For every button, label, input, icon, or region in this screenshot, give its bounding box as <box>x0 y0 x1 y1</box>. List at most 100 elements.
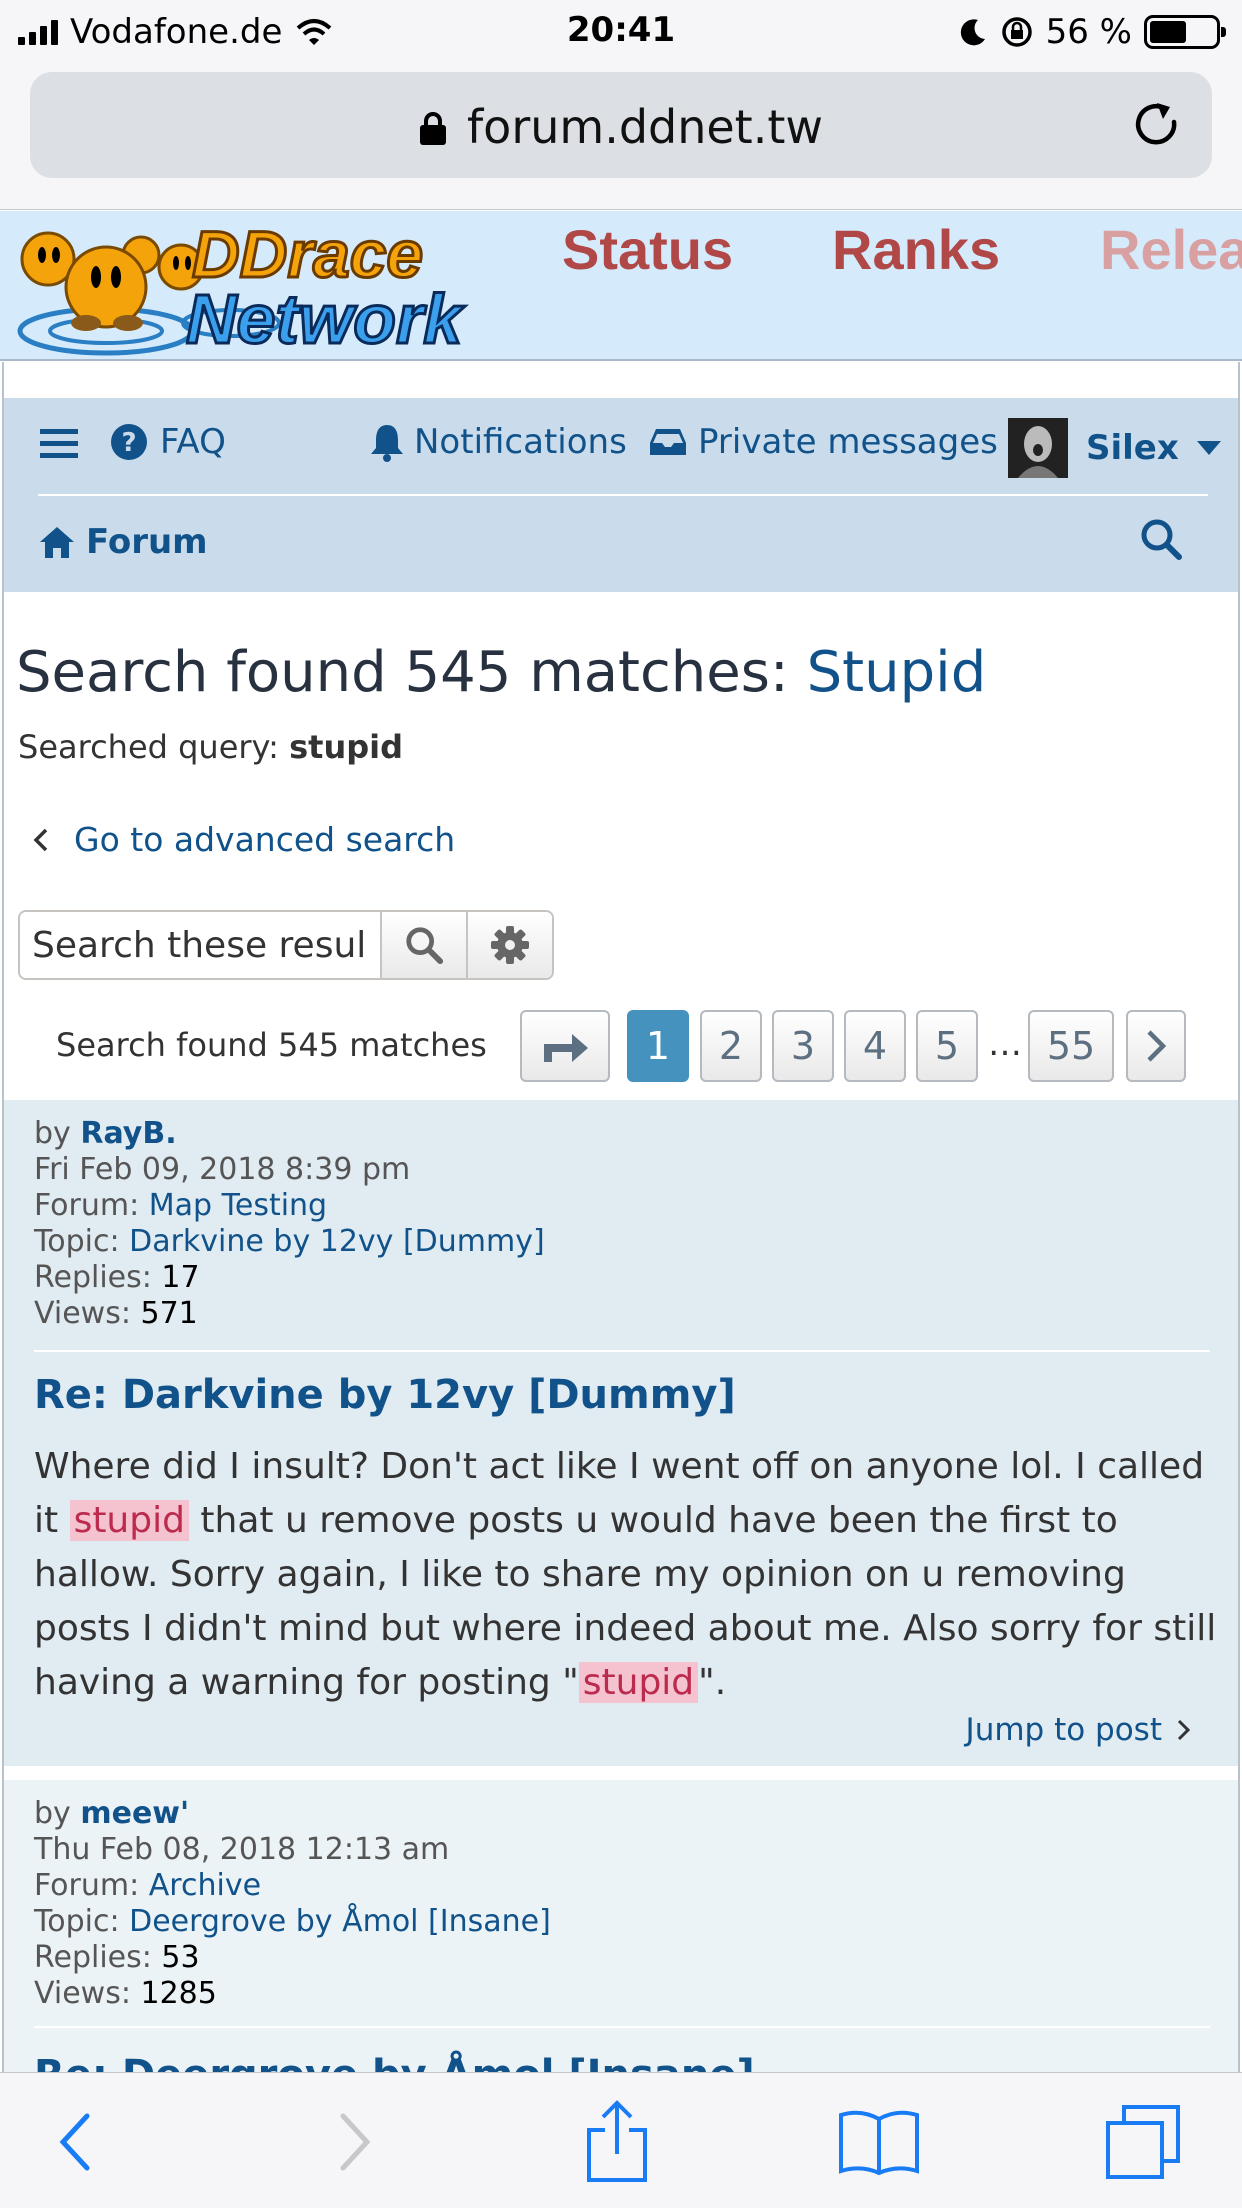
page-last-button[interactable]: 55 <box>1028 1010 1114 1082</box>
page-title-keyword[interactable]: Stupid <box>807 640 987 705</box>
result-divider <box>34 2026 1210 2028</box>
result-views: 1285 <box>140 1976 217 2011</box>
views-label: Views: <box>34 1976 131 2011</box>
bookmarks-icon <box>839 2110 919 2176</box>
reload-icon[interactable] <box>1130 98 1184 152</box>
result-author[interactable]: RayB. <box>80 1116 176 1151</box>
page-5-button[interactable]: 5 <box>916 1010 978 1082</box>
back-button[interactable] <box>32 2097 122 2187</box>
site-nav-status[interactable]: Status <box>562 217 733 282</box>
search-result: by meew' Thu Feb 08, 2018 12:13 am Forum… <box>4 1780 1238 2098</box>
hamburger-menu[interactable] <box>40 428 78 460</box>
page-3-button[interactable]: 3 <box>772 1010 834 1082</box>
page-title-prefix: Search found 545 matches: <box>16 640 807 705</box>
logo-text-network: Network <box>186 280 465 358</box>
advanced-options-button[interactable] <box>466 912 552 978</box>
search-highlight: stupid <box>578 1662 699 1703</box>
browser-toolbar <box>0 2072 1242 2208</box>
replies-label: Replies: <box>34 1260 152 1295</box>
jump-to-page-button[interactable] <box>520 1010 610 1082</box>
home-icon <box>40 527 74 558</box>
url-text: forum.ddnet.tw <box>466 100 823 154</box>
search-highlight: stupid <box>69 1500 189 1541</box>
search-icon <box>406 927 444 965</box>
page-4-button[interactable]: 4 <box>844 1010 906 1082</box>
result-topic-link[interactable]: Darkvine by 12vy [Dummy] <box>129 1224 545 1259</box>
result-body: Where did I insult? Don't act like I wen… <box>34 1440 1220 1710</box>
search-icon[interactable] <box>1140 518 1182 560</box>
breadcrumb-forum[interactable]: Forum <box>38 522 208 562</box>
username: Silex <box>1086 428 1179 468</box>
topic-label: Topic: <box>34 1904 120 1939</box>
by-label: by <box>34 1796 71 1831</box>
question-circle-icon: ? <box>111 424 147 460</box>
bell-icon <box>371 425 403 462</box>
browser-chrome: Vodafone.de 20:41 56 % forum.ddnet.tw <box>0 0 1242 210</box>
back-icon <box>59 2113 90 2171</box>
chevron-left-icon <box>33 828 48 851</box>
views-label: Views: <box>34 1296 131 1331</box>
share-icon <box>587 2100 647 2182</box>
tabs-icon <box>1106 2105 1180 2179</box>
private-messages-link[interactable]: Private messages <box>648 422 998 462</box>
jump-to-post-link[interactable]: Jump to post <box>966 1712 1192 1748</box>
result-views: 571 <box>140 1296 198 1331</box>
result-title[interactable]: Re: Darkvine by 12vy [Dummy] <box>34 1372 736 1418</box>
lock-icon <box>419 112 446 145</box>
battery-icon <box>1144 15 1226 49</box>
result-meta: by RayB. Fri Feb 09, 2018 8:39 pm Forum:… <box>34 1116 545 1332</box>
search-results-button[interactable] <box>380 912 466 978</box>
result-replies: 53 <box>161 1940 200 1975</box>
replies-label: Replies: <box>34 1940 152 1975</box>
share-button[interactable] <box>572 2097 662 2187</box>
svg-text:?: ? <box>121 428 136 458</box>
user-menu[interactable]: Silex <box>1008 418 1221 478</box>
moon-icon <box>960 19 985 46</box>
advanced-search-label: Go to advanced search <box>74 820 456 859</box>
body-text: ". <box>698 1662 727 1703</box>
avatar <box>1008 418 1068 478</box>
by-label: by <box>34 1116 71 1151</box>
site-nav-ranks[interactable]: Ranks <box>832 217 1000 282</box>
site-nav-releases[interactable]: Relea <box>1100 217 1242 282</box>
jump-arrow-icon <box>544 1034 588 1062</box>
battery-percent: 56 % <box>1045 12 1132 52</box>
notifications-link[interactable]: Notifications <box>368 422 627 462</box>
search-results-input[interactable] <box>20 912 380 978</box>
status-bar: Vodafone.de 20:41 56 % <box>0 0 1242 62</box>
forward-button[interactable] <box>308 2097 398 2187</box>
result-forum-link[interactable]: Map Testing <box>149 1188 327 1223</box>
result-date: Thu Feb 08, 2018 12:13 am <box>34 1832 450 1867</box>
result-author[interactable]: meew' <box>80 1796 189 1831</box>
forward-icon <box>340 2113 371 2171</box>
forum-label: Forum: <box>34 1868 140 1903</box>
address-bar[interactable]: forum.ddnet.tw <box>30 72 1212 178</box>
search-result: by RayB. Fri Feb 09, 2018 8:39 pm Forum:… <box>4 1100 1238 1766</box>
faq-link[interactable]: ? FAQ <box>110 422 226 462</box>
result-replies: 17 <box>161 1260 200 1295</box>
forum-navbar: ? FAQ Notifications Private messages Sil… <box>4 398 1238 592</box>
caret-down-icon <box>1196 441 1221 455</box>
chevron-right-icon <box>1177 1719 1191 1741</box>
pagination-label: Search found 545 matches <box>56 1026 487 1064</box>
result-topic-link[interactable]: Deergrove by Åmol [Insane] <box>129 1904 551 1939</box>
breadcrumb-forum-label: Forum <box>86 522 208 562</box>
rotation-lock-icon <box>1001 17 1032 47</box>
bookmarks-button[interactable] <box>834 2097 924 2187</box>
searched-query-value: stupid <box>289 728 404 766</box>
gear-icon <box>491 926 529 964</box>
ddnet-logo[interactable]: DDrace Network <box>6 215 516 359</box>
next-page-button[interactable] <box>1126 1010 1186 1082</box>
page-1-button[interactable]: 1 <box>627 1010 689 1082</box>
topic-label: Topic: <box>34 1224 120 1259</box>
hamburger-icon <box>40 429 78 458</box>
private-messages-label: Private messages <box>698 422 998 462</box>
tabs-button[interactable] <box>1098 2097 1188 2187</box>
page-2-button[interactable]: 2 <box>700 1010 762 1082</box>
result-forum-link[interactable]: Archive <box>149 1868 261 1903</box>
advanced-search-link[interactable]: Go to advanced search <box>30 820 455 859</box>
notifications-label: Notifications <box>414 422 627 462</box>
result-date: Fri Feb 09, 2018 8:39 pm <box>34 1152 411 1187</box>
site-banner: DDrace Network Status Ranks Relea <box>0 211 1242 361</box>
faq-label: FAQ <box>160 422 226 462</box>
